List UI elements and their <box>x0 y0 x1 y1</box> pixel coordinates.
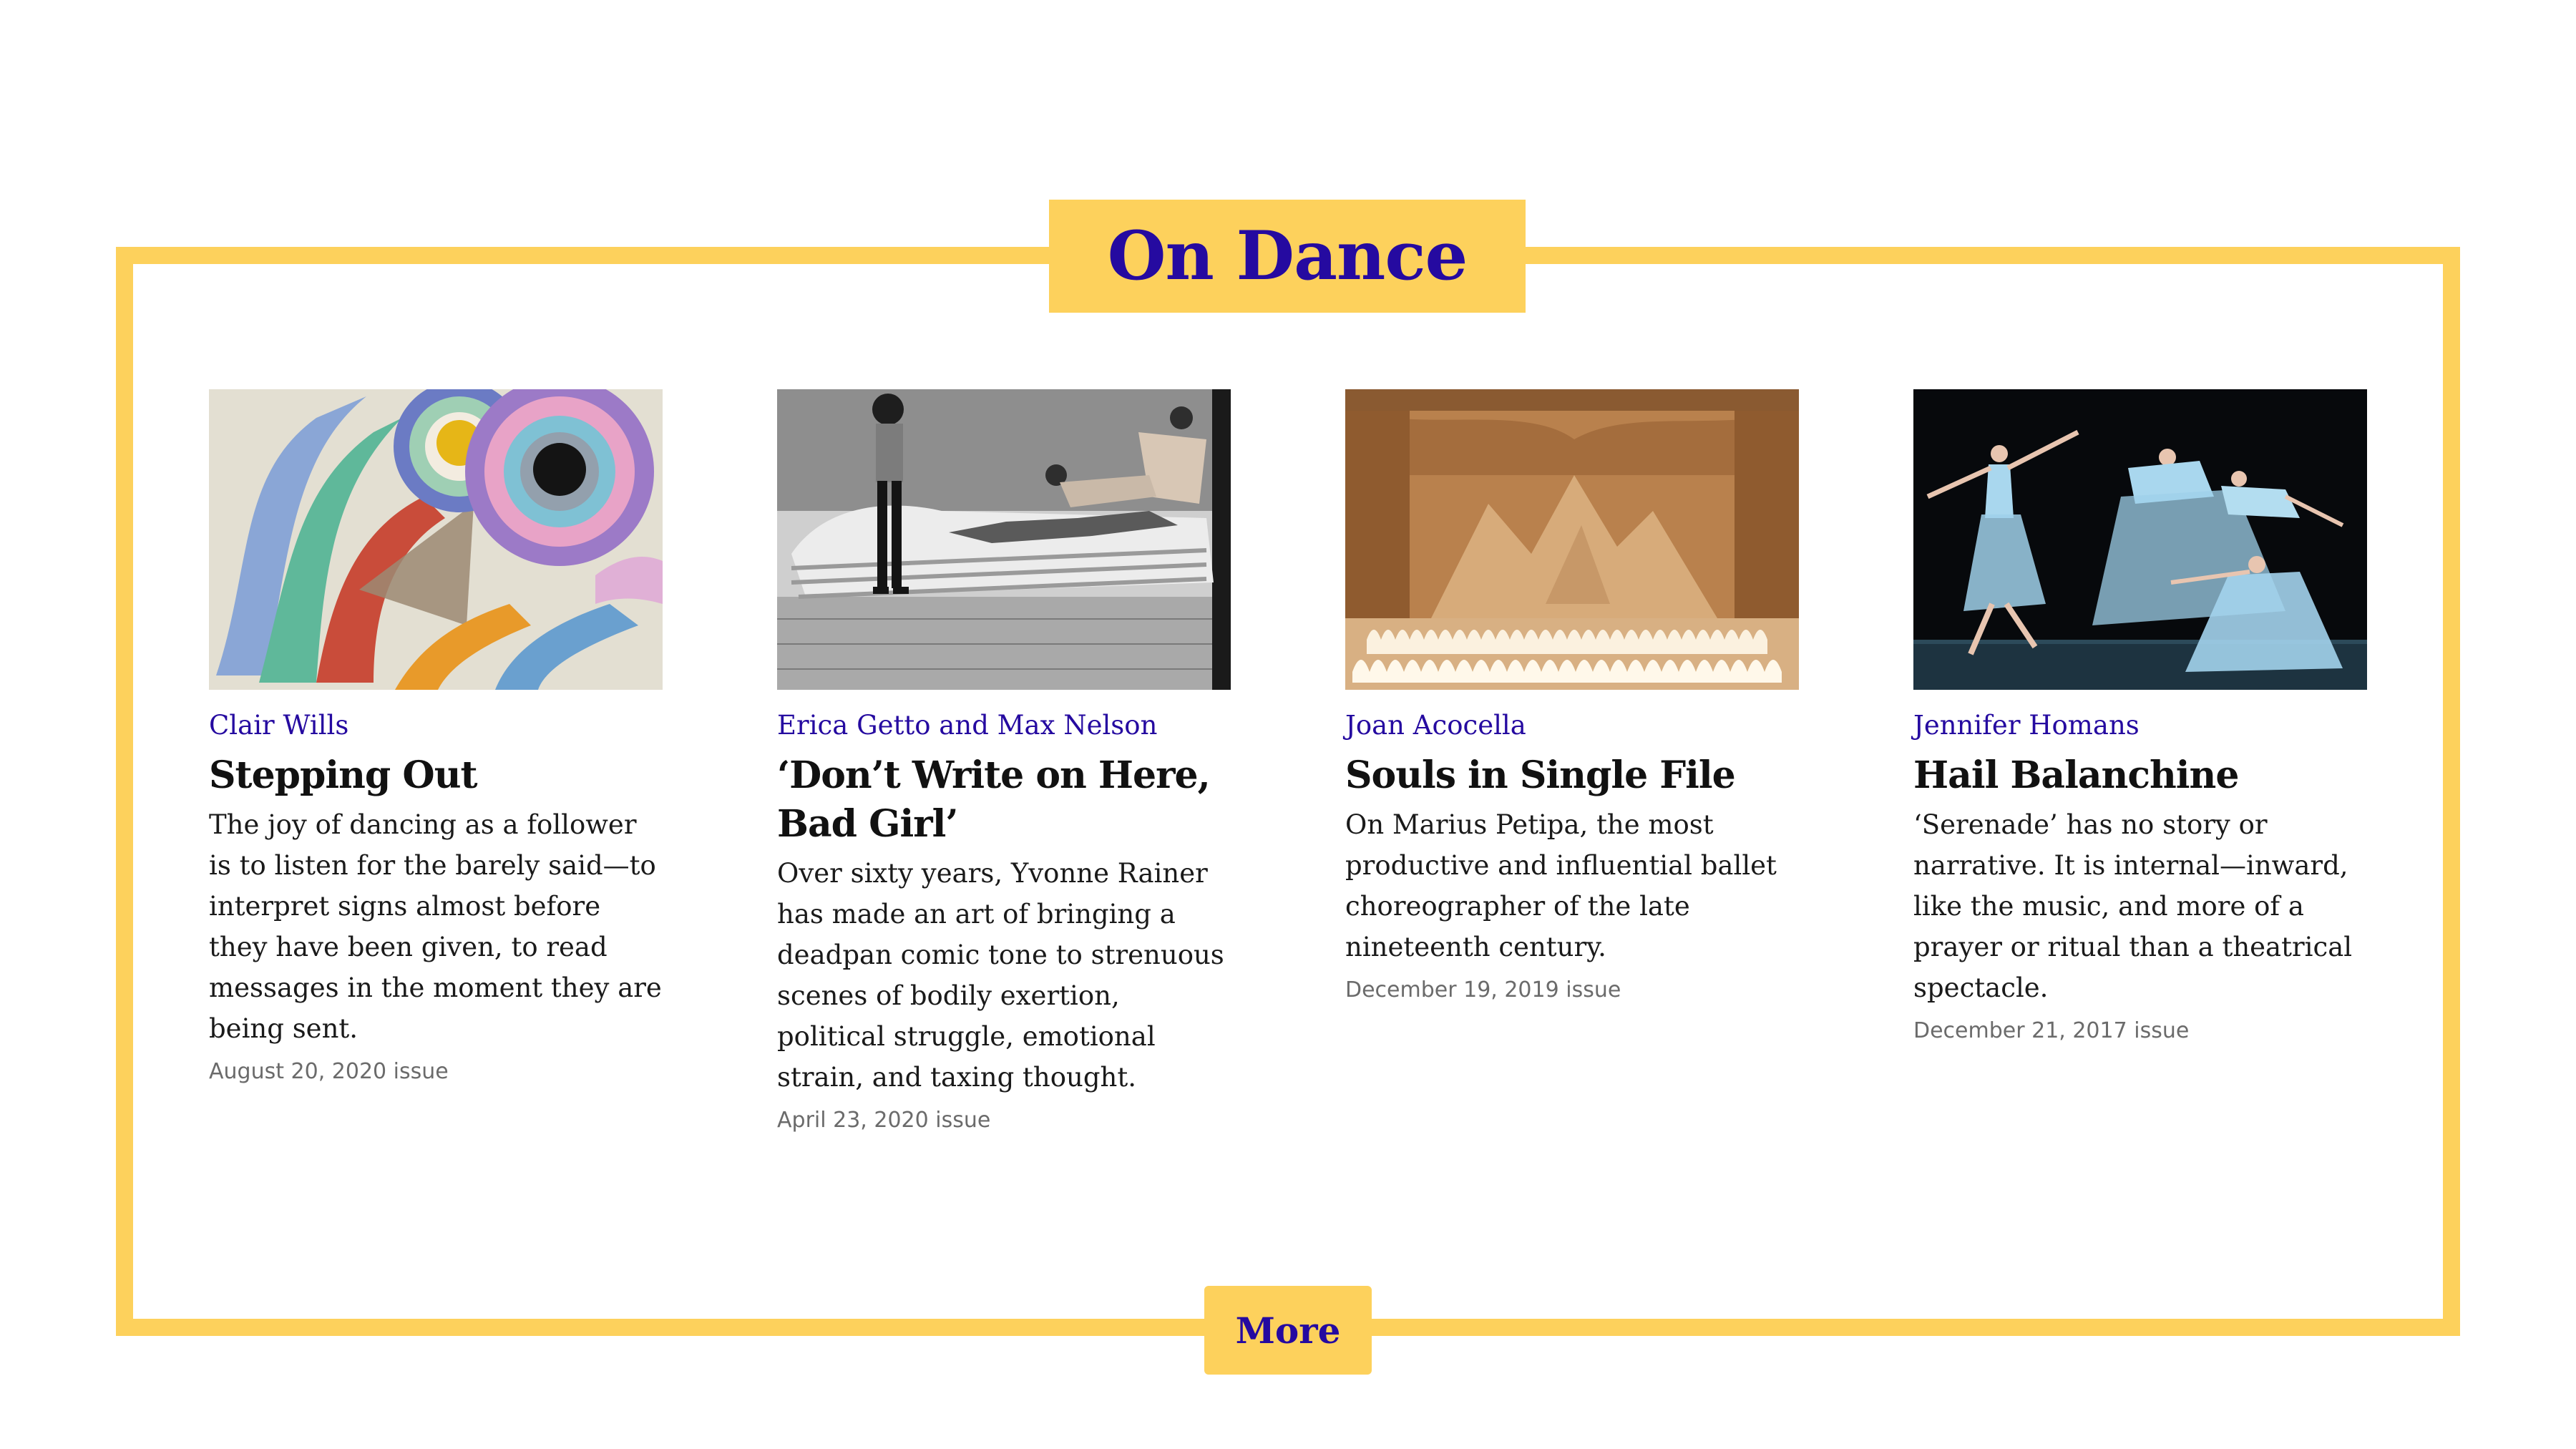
article-author[interactable]: Joan Acocella <box>1345 707 1799 744</box>
ballerinas-graphic <box>1913 389 2367 690</box>
dance-rehearsal-graphic <box>777 389 1231 690</box>
article-title[interactable]: Souls in Single File <box>1345 751 1799 800</box>
article-title[interactable]: ‘Don’t Write on Here, Bad Girl’ <box>777 751 1231 849</box>
article-author[interactable]: Erica Getto and Max Nelson <box>777 707 1231 744</box>
article-dek: On Marius Petipa, the most productive an… <box>1345 809 1777 962</box>
article-list: Clair Wills Stepping Out The joy of danc… <box>209 389 2367 1135</box>
article-card[interactable]: Jennifer Homans Hail Balanchine ‘Serenad… <box>1913 389 2367 1135</box>
abstract-painting-graphic <box>209 389 663 690</box>
section-title: On Dance <box>1049 200 1526 313</box>
article-author[interactable]: Jennifer Homans <box>1913 707 2367 744</box>
article-title[interactable]: Hail Balanchine <box>1913 751 2367 800</box>
ballerinas-photo[interactable] <box>1913 389 2367 690</box>
article-issue-date: April 23, 2020 issue <box>777 1108 991 1133</box>
article-issue-date: December 21, 2017 issue <box>1913 1018 2190 1043</box>
article-issue-date: August 20, 2020 issue <box>209 1059 449 1084</box>
article-dek: The joy of dancing as a follower is to l… <box>209 809 662 1044</box>
more-button[interactable]: More <box>1204 1286 1372 1375</box>
article-dek: ‘Serenade’ has no story or narrative. It… <box>1913 809 2353 1003</box>
article-author[interactable]: Clair Wills <box>209 707 663 744</box>
article-card[interactable]: Erica Getto and Max Nelson ‘Don’t Write … <box>777 389 1231 1135</box>
article-issue-date: December 19, 2019 issue <box>1345 977 1621 1002</box>
dance-rehearsal-photo[interactable] <box>777 389 1231 690</box>
article-dek: Over sixty years, Yvonne Rainer has made… <box>777 858 1224 1093</box>
ballet-stage-photo[interactable] <box>1345 389 1799 690</box>
abstract-painting-image[interactable] <box>209 389 663 690</box>
article-card[interactable]: Joan Acocella Souls in Single File On Ma… <box>1345 389 1799 1135</box>
article-title[interactable]: Stepping Out <box>209 751 663 800</box>
article-card[interactable]: Clair Wills Stepping Out The joy of danc… <box>209 389 663 1135</box>
ballet-stage-graphic <box>1345 389 1799 690</box>
